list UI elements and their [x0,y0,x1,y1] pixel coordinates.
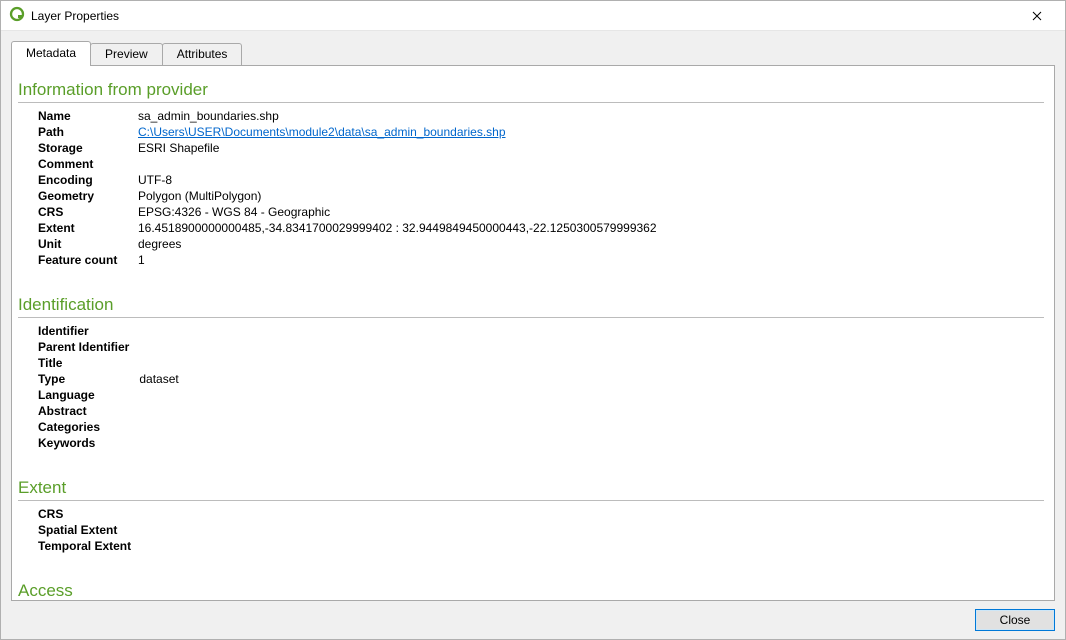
value-crs: EPSG:4326 - WGS 84 - Geographic [138,205,657,221]
table-row: CRS [38,507,141,523]
label-extent: Extent [38,221,138,237]
value-parent-identifier [139,340,178,356]
value-ident-title [139,356,178,372]
tab-bar: Metadata Preview Attributes [11,41,1055,65]
tab-metadata[interactable]: Metadata [11,41,91,66]
table-row: Encoding UTF-8 [38,173,657,189]
table-row: CRS EPSG:4326 - WGS 84 - Geographic [38,205,657,221]
label-identifier: Identifier [38,324,139,340]
tab-preview[interactable]: Preview [90,43,163,65]
value-path-link[interactable]: C:\Users\USER\Documents\module2\data\sa_… [138,125,506,139]
value-language [139,388,178,404]
value-keywords [139,436,178,452]
section-divider [18,317,1044,318]
label-parent-identifier: Parent Identifier [38,340,139,356]
table-row: Categories [38,420,179,436]
label-unit: Unit [38,237,138,253]
table-row: Keywords [38,436,179,452]
label-temporal-extent: Temporal Extent [38,539,141,555]
table-row: Feature count 1 [38,253,657,269]
close-button[interactable]: Close [975,609,1055,631]
provider-table: Name sa_admin_boundaries.shp Path C:\Use… [38,109,657,269]
table-row: Language [38,388,179,404]
table-row: Temporal Extent [38,539,141,555]
value-type: dataset [139,372,178,388]
value-extent: 16.4518900000000485,-34.8341700029999402… [138,221,657,237]
value-abstract [139,404,178,420]
window-close-button[interactable] [1017,2,1057,30]
layer-properties-window: Layer Properties Metadata Preview Attrib… [0,0,1066,640]
window-title: Layer Properties [31,9,1017,23]
label-path: Path [38,125,138,141]
metadata-scroll[interactable]: Information from provider Name sa_admin_… [12,66,1054,600]
value-comment [138,157,657,173]
table-row: Geometry Polygon (MultiPolygon) [38,189,657,205]
table-row: Type dataset [38,372,179,388]
label-keywords: Keywords [38,436,139,452]
dialog-button-row: Close [11,601,1055,631]
section-access-title: Access [18,581,1044,600]
label-crs: CRS [38,205,138,221]
titlebar: Layer Properties [1,1,1065,31]
section-divider [18,102,1044,103]
section-identification-title: Identification [18,295,1044,315]
label-geometry: Geometry [38,189,138,205]
label-categories: Categories [38,420,139,436]
label-storage: Storage [38,141,138,157]
label-encoding: Encoding [38,173,138,189]
label-language: Language [38,388,139,404]
value-name: sa_admin_boundaries.shp [138,109,657,125]
value-geometry: Polygon (MultiPolygon) [138,189,657,205]
table-row: Name sa_admin_boundaries.shp [38,109,657,125]
label-spatial-extent: Spatial Extent [38,523,141,539]
label-extent-crs: CRS [38,507,141,523]
tab-page: Information from provider Name sa_admin_… [11,65,1055,601]
identification-table: Identifier Parent Identifier Title Type … [38,324,179,452]
client-area: Metadata Preview Attributes Information … [1,31,1065,639]
label-type: Type [38,372,139,388]
table-row: Storage ESRI Shapefile [38,141,657,157]
label-comment: Comment [38,157,138,173]
value-unit: degrees [138,237,657,253]
table-row: Title [38,356,179,372]
section-provider-title: Information from provider [18,80,1044,100]
value-feature-count: 1 [138,253,657,269]
value-encoding: UTF-8 [138,173,657,189]
table-row: Abstract [38,404,179,420]
table-row: Spatial Extent [38,523,141,539]
section-extent-title: Extent [18,478,1044,498]
table-row: Unit degrees [38,237,657,253]
label-feature-count: Feature count [38,253,138,269]
table-row: Path C:\Users\USER\Documents\module2\dat… [38,125,657,141]
close-icon [1032,11,1042,21]
qgis-icon [9,6,25,25]
section-divider [18,500,1044,501]
label-name: Name [38,109,138,125]
label-title: Title [38,356,139,372]
table-row: Extent 16.4518900000000485,-34.834170002… [38,221,657,237]
extent-table: CRS Spatial Extent Temporal Extent [38,507,141,555]
table-row: Identifier [38,324,179,340]
table-row: Parent Identifier [38,340,179,356]
tab-attributes[interactable]: Attributes [162,43,243,65]
value-identifier [139,324,178,340]
value-storage: ESRI Shapefile [138,141,657,157]
value-categories [139,420,178,436]
table-row: Comment [38,157,657,173]
label-abstract: Abstract [38,404,139,420]
